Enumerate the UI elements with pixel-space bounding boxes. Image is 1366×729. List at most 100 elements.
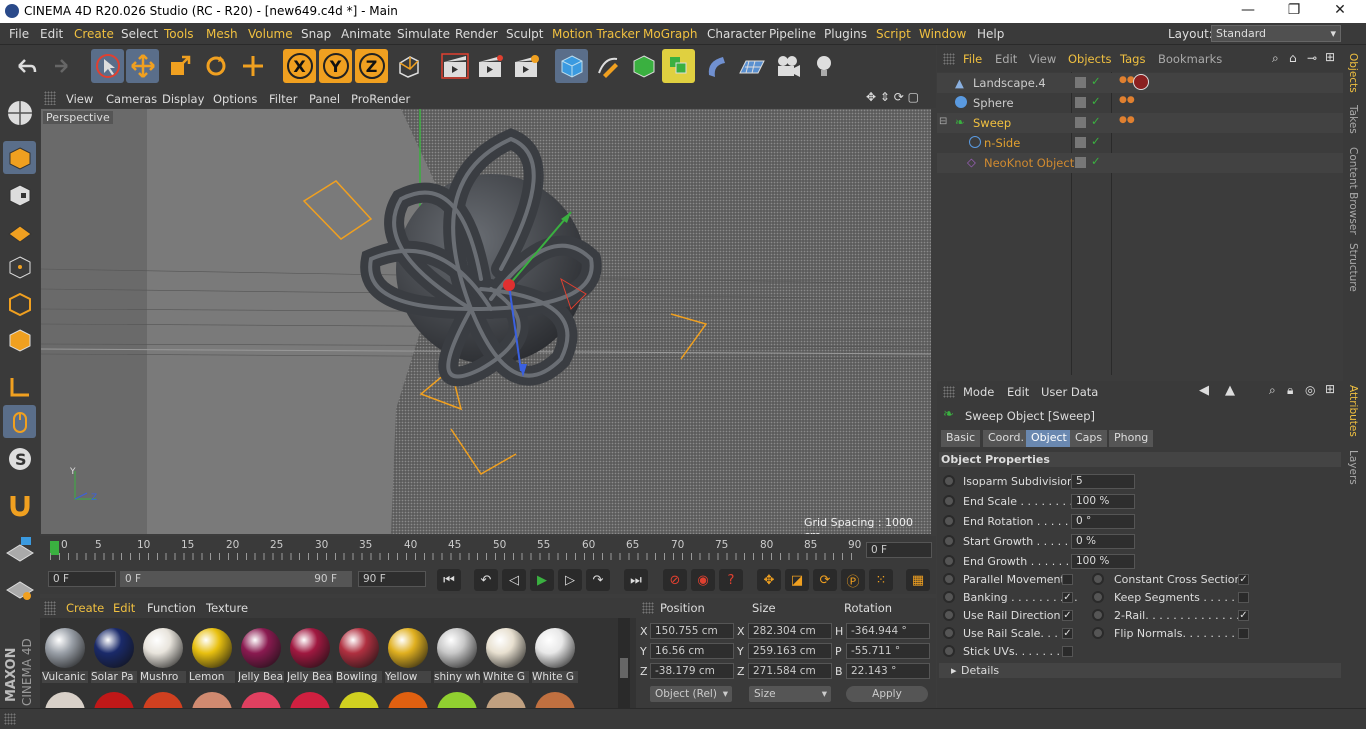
tab-object[interactable]: Object xyxy=(1026,430,1072,447)
key-scale-button[interactable]: ◪ xyxy=(785,569,809,591)
material-preview[interactable] xyxy=(486,692,526,708)
subdivision-button[interactable] xyxy=(627,49,660,83)
checkbox[interactable]: ✓ xyxy=(1238,610,1249,621)
vp-menu-filter[interactable]: Filter xyxy=(269,92,297,106)
link-icon[interactable]: ⊸ xyxy=(1307,51,1317,65)
maximize-button[interactable]: ❐ xyxy=(1284,2,1304,18)
layer-icon[interactable] xyxy=(1075,117,1086,128)
material-swatch[interactable]: Lemon xyxy=(189,618,235,683)
new-panel-icon[interactable]: ⊞ xyxy=(1325,50,1335,64)
menu-sculpt[interactable]: Sculpt xyxy=(506,27,543,41)
undo-button[interactable] xyxy=(8,49,41,83)
animation-radio[interactable] xyxy=(943,515,955,527)
next-keyframe-button[interactable]: ↷ xyxy=(586,569,610,591)
material-swatch[interactable]: Bowling xyxy=(336,618,382,683)
polygons-mode-button[interactable] xyxy=(3,323,36,356)
animation-radio[interactable] xyxy=(943,555,955,567)
tab-caps[interactable]: Caps xyxy=(1070,430,1108,447)
render-picture-viewer-button[interactable] xyxy=(473,49,506,83)
timeline-track[interactable]: 0 5 10 15 20 25 30 35 40 45 50 55 60 65 … xyxy=(50,539,861,561)
vp-menu-panel[interactable]: Panel xyxy=(309,92,340,106)
apply-button[interactable]: Apply xyxy=(846,686,928,702)
menu-tools[interactable]: Tools xyxy=(164,27,194,41)
array-button[interactable] xyxy=(662,49,695,83)
material-preview[interactable] xyxy=(290,692,330,708)
layer-icon[interactable] xyxy=(1075,157,1086,168)
material-preview[interactable] xyxy=(339,692,379,708)
om-menu-file[interactable]: File xyxy=(963,52,982,66)
om-menu-edit[interactable]: Edit xyxy=(995,52,1017,66)
size-field[interactable]: 259.163 cm xyxy=(748,643,832,659)
am-menu-user-data[interactable]: User Data xyxy=(1041,385,1098,399)
menu-file[interactable]: File xyxy=(9,27,29,41)
phong-tag-icon[interactable]: ●● xyxy=(1119,95,1135,105)
details-section[interactable]: ▸ Details xyxy=(939,663,1341,678)
prev-frame-button[interactable]: ◁ xyxy=(502,569,526,591)
menu-help[interactable]: Help xyxy=(977,27,1004,41)
animation-radio[interactable] xyxy=(1092,609,1104,621)
animation-radio[interactable] xyxy=(943,573,955,585)
visible-check-icon[interactable]: ✓ xyxy=(1091,154,1101,168)
animation-radio[interactable] xyxy=(943,475,955,487)
material-preview[interactable] xyxy=(45,692,85,708)
axis-mode-button[interactable] xyxy=(3,370,36,403)
current-frame-field[interactable]: 0 F xyxy=(866,542,932,558)
up-arrow-icon[interactable]: ▲ xyxy=(1225,383,1235,398)
mat-menu-function[interactable]: Function xyxy=(147,601,196,615)
redo-button[interactable] xyxy=(44,49,77,83)
side-tab-content-browser[interactable]: Content Browser xyxy=(1347,147,1359,235)
vp-menu-view[interactable]: View xyxy=(66,92,93,106)
layer-icon[interactable] xyxy=(1075,77,1086,88)
panel-grip[interactable] xyxy=(4,713,16,725)
play-button[interactable]: ▶ xyxy=(530,569,554,591)
position-field[interactable]: 150.755 cm xyxy=(650,623,734,639)
om-menu-bookmarks[interactable]: Bookmarks xyxy=(1158,52,1222,66)
menu-character[interactable]: Character xyxy=(707,27,766,41)
checkbox[interactable]: ✓ xyxy=(1238,574,1249,585)
x-axis-button[interactable]: X xyxy=(283,49,316,83)
cube-button[interactable] xyxy=(555,49,588,83)
menu-script[interactable]: Script xyxy=(876,27,911,41)
checkbox[interactable]: ✓ xyxy=(1062,610,1073,621)
menu-animate[interactable]: Animate xyxy=(341,27,391,41)
make-editable-button[interactable] xyxy=(3,96,36,129)
checkbox[interactable] xyxy=(1062,646,1073,657)
render-view-button[interactable] xyxy=(438,49,471,83)
checkbox[interactable] xyxy=(1238,628,1249,639)
field-input[interactable]: 100 % xyxy=(1071,554,1135,569)
pen-button[interactable] xyxy=(591,49,624,83)
coordinate-mode-select[interactable]: Object (Rel) ▾ xyxy=(650,686,732,702)
om-menu-objects[interactable]: Objects xyxy=(1068,52,1111,66)
menu-simulate[interactable]: Simulate xyxy=(397,27,450,41)
visible-check-icon[interactable]: ✓ xyxy=(1091,134,1101,148)
key-position-button[interactable]: ✥ xyxy=(757,569,781,591)
snap-button[interactable]: S xyxy=(3,442,36,475)
position-field[interactable]: -38.179 cm xyxy=(650,663,734,679)
coordinate-system-button[interactable] xyxy=(392,49,425,83)
material-swatch[interactable]: White G xyxy=(483,618,529,683)
keyframe-selection-button[interactable]: ? xyxy=(719,569,743,591)
rotation-field[interactable]: -364.944 ° xyxy=(846,623,930,639)
z-axis-button[interactable]: Z xyxy=(355,49,388,83)
render-settings-button[interactable] xyxy=(509,49,542,83)
om-menu-view[interactable]: View xyxy=(1029,52,1056,66)
menu-motion-tracker[interactable]: Motion Tracker xyxy=(552,27,640,41)
material-tag-icon[interactable] xyxy=(1133,74,1149,90)
workplane-mode-button[interactable] xyxy=(3,214,36,247)
home-icon[interactable]: ⌂ xyxy=(1289,51,1297,65)
menu-plugins[interactable]: Plugins xyxy=(824,27,867,41)
material-preview[interactable] xyxy=(192,692,232,708)
animation-radio[interactable] xyxy=(943,535,955,547)
rotation-field[interactable]: -55.711 ° xyxy=(846,643,930,659)
rotation-field[interactable]: 22.143 ° xyxy=(846,663,930,679)
menu-edit[interactable]: Edit xyxy=(40,27,63,41)
menu-create[interactable]: Create xyxy=(74,27,114,41)
material-swatch[interactable]: Yellow xyxy=(385,618,431,683)
floor-button[interactable] xyxy=(735,49,768,83)
object-row-sphere[interactable]: Sphere ✓ ●● xyxy=(937,93,1343,113)
timeline-ruler[interactable]: 0 5 10 15 20 25 30 35 40 45 50 55 60 65 … xyxy=(40,536,936,566)
collapse-icon[interactable]: ⊟ xyxy=(939,116,947,127)
material-preview[interactable] xyxy=(388,692,428,708)
next-frame-button[interactable]: ▷ xyxy=(558,569,582,591)
y-axis-button[interactable]: Y xyxy=(319,49,352,83)
